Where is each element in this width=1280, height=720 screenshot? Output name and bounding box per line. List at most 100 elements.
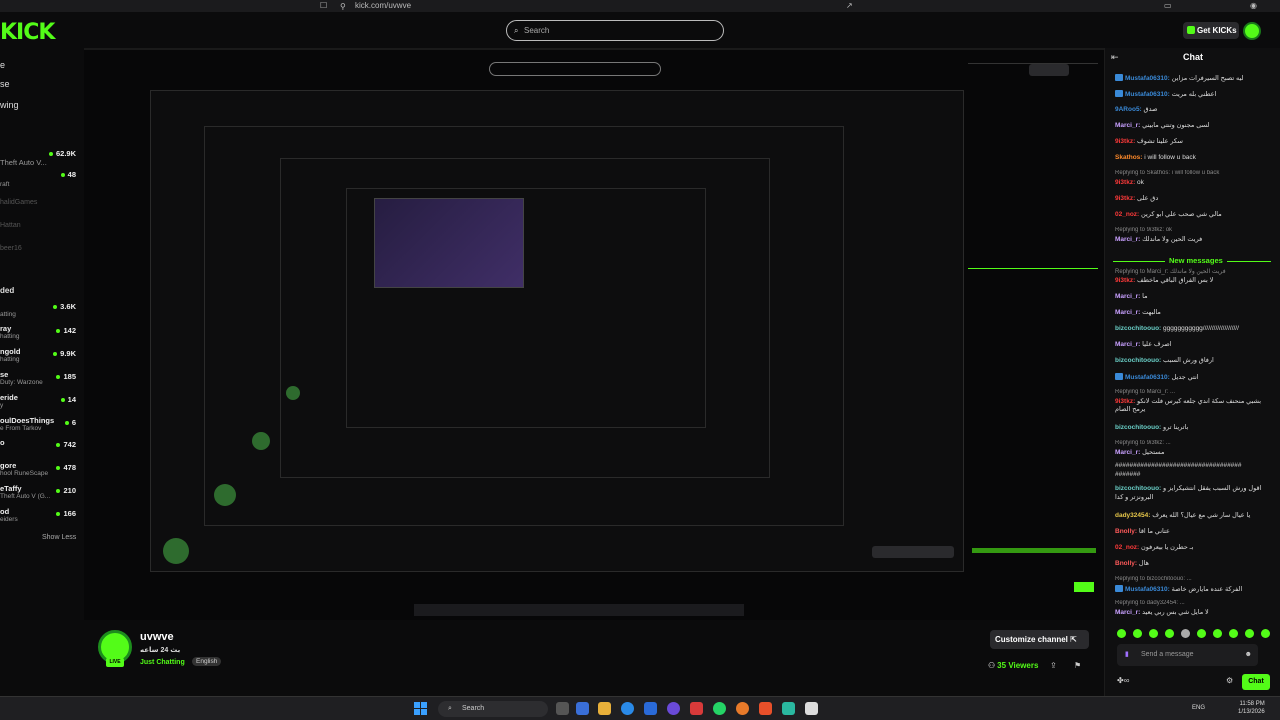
emote-icon[interactable] (1261, 629, 1270, 638)
chat-message[interactable]: bizcochitoouo: ارفاق ورش السبب (1115, 357, 1275, 365)
chat-username[interactable]: Bnolly: (1115, 560, 1137, 567)
task-view-icon[interactable] (556, 702, 569, 715)
mail-icon[interactable] (644, 702, 657, 715)
reply-preview[interactable]: Replying to Marci_r: ... (1115, 389, 1275, 395)
chat-username[interactable]: Marci_r: (1115, 609, 1140, 616)
chat-message[interactable]: Bnolly: عتاني ما اقا (1115, 528, 1275, 536)
following-channel[interactable]: o 742 (0, 438, 80, 456)
collapse-chat-icon[interactable]: ⇤ (1111, 52, 1119, 63)
reply-preview[interactable]: Replying to Marci_r: فريت الحين ولا ماند… (1115, 268, 1275, 275)
chat-username[interactable]: bizcochitoouo: (1115, 485, 1161, 492)
chat-settings-icon[interactable]: ⚙ (1226, 676, 1233, 685)
extension-icon[interactable]: ▭ (1164, 1, 1172, 10)
following-channel[interactable]: gore hool RuneScape 478 (0, 461, 80, 479)
chat-message[interactable]: dady32454: يا عيال سار شي مع عيال؟ الله … (1115, 512, 1275, 520)
chat-message[interactable]: 9ARoo5: صدق (1115, 106, 1275, 114)
chat-message[interactable]: bizcochitoouo: اقول ورش السبب يفقل انتشي… (1115, 485, 1275, 493)
emote-icon[interactable] (1117, 629, 1126, 638)
chat-username[interactable]: Bnolly: (1115, 528, 1137, 535)
emote-icon[interactable] (1165, 629, 1174, 638)
following-channel[interactable]: ray hatting 142 (0, 324, 80, 342)
following-channel[interactable]: se Duty: Warzone 185 (0, 370, 80, 388)
chat-username[interactable]: Marci_r: (1115, 341, 1140, 348)
chat-username[interactable]: Skathos: (1115, 154, 1142, 161)
nav-item-following[interactable]: wing (0, 100, 19, 110)
streamer-name[interactable]: uvwve (140, 631, 174, 643)
chat-username[interactable]: Marci_r: (1115, 293, 1140, 300)
following-channel[interactable]: eride y 14 (0, 393, 80, 411)
chat-message[interactable]: Marci_r: مالبهت (1115, 309, 1275, 317)
chat-username[interactable]: Mustafa06310: (1125, 374, 1170, 381)
chat-message[interactable]: Bnolly: هال (1115, 560, 1275, 568)
app-icon[interactable] (736, 702, 749, 715)
chat-username[interactable]: Marci_r: (1115, 309, 1140, 316)
emoji-picker-icon[interactable]: ☻ (1245, 644, 1252, 666)
start-icon[interactable] (414, 702, 427, 715)
offline-channel[interactable]: halidGames (0, 199, 37, 206)
chat-message[interactable]: Marci_r: ما (1115, 293, 1275, 301)
chat-message-input[interactable]: ▮ Send a message ☻ (1117, 644, 1258, 666)
whatsapp-icon[interactable] (713, 702, 726, 715)
edge-icon[interactable] (621, 702, 634, 715)
sidebar-channel[interactable]: raft (0, 181, 80, 199)
chat-username[interactable]: dady32454: (1115, 512, 1150, 519)
chat-message[interactable]: 9i3tkz: لا بس الفراق الباقي ماخطف (1115, 277, 1275, 285)
emote-icon[interactable] (1229, 629, 1238, 638)
emote-icon[interactable] (1245, 629, 1254, 638)
chat-username[interactable]: 9i3tkz: (1115, 195, 1135, 202)
chat-message[interactable]: Mustafa06310: ليه تصبح السيرفرات مزاين (1115, 74, 1275, 83)
chat-message[interactable]: Marci_r: اصرف عليا (1115, 341, 1275, 349)
chat-message[interactable]: 9i3tkz: ok (1115, 179, 1275, 187)
chat-message[interactable]: 02_noz: مالي شي صحب علي ابو كرين (1115, 211, 1275, 219)
system-clock[interactable]: 11:58 PM 1/13/2026 (1238, 700, 1265, 716)
chat-username[interactable]: bizcochitoouo: (1115, 357, 1161, 364)
chat-username[interactable]: Marci_r: (1115, 449, 1140, 456)
kick-logo[interactable]: KICK (0, 20, 55, 45)
chat-message[interactable]: Marci_r: لسى مجنون وتنتي مابيني (1115, 122, 1275, 130)
chat-message[interactable]: bizcochitoouo: ggggggggggg//////////////… (1115, 325, 1275, 333)
profile-icon[interactable]: ◉ (1250, 1, 1257, 10)
emote-icon[interactable] (1133, 629, 1142, 638)
emote-icon[interactable] (1197, 629, 1206, 638)
chat-username[interactable]: Marci_r: (1115, 122, 1140, 129)
nav-item-browse[interactable]: se (0, 79, 10, 89)
chat-username[interactable]: 9i3tkz: (1115, 179, 1135, 186)
reply-preview[interactable]: Replying to 9i3tkz: ... (1115, 440, 1275, 446)
emote-icon[interactable] (1149, 629, 1158, 638)
report-icon[interactable]: ⚑ (1074, 661, 1081, 670)
following-channel[interactable]: oulDoesThings e From Tarkov 6 (0, 416, 80, 434)
new-messages-divider[interactable]: New messages (1113, 256, 1271, 266)
stream-category[interactable]: Just Chatting (140, 659, 185, 666)
share-icon[interactable]: ⇪ (1050, 661, 1057, 670)
language-tag[interactable]: English (192, 657, 222, 666)
customize-channel-button[interactable]: Customize channel ⇱ (990, 630, 1089, 649)
chat-message[interactable]: 9i3tkz: سكر علينا تشوف (1115, 138, 1275, 146)
app-icon[interactable] (667, 702, 680, 715)
reply-preview[interactable]: Replying to 9i3tkz: ok (1115, 227, 1275, 233)
chat-username[interactable]: Marci_r: (1115, 236, 1140, 243)
app-icon[interactable] (782, 702, 795, 715)
chat-message[interactable]: Mustafa06310: الفركة عنده مايارض خاصة (1115, 585, 1275, 594)
file-explorer-icon[interactable] (598, 702, 611, 715)
app-icon[interactable] (690, 702, 703, 715)
language-indicator[interactable]: ENG (1192, 705, 1205, 711)
brave-icon[interactable] (759, 702, 772, 715)
sidebar-channel[interactable]: Theft Auto V... 48 (0, 158, 80, 179)
reply-preview[interactable]: Replying to Skathos: i will follow u bac… (1115, 170, 1275, 176)
chat-username[interactable]: 9i3tkz: (1115, 277, 1135, 284)
site-info-icon[interactable]: ⚲ (340, 2, 346, 11)
chat-message[interactable]: Marci_r: لا مايل شي بس ربي يعيد (1115, 609, 1275, 617)
chat-username[interactable]: 9i3tkz: (1115, 398, 1135, 405)
chat-message[interactable]: bizcochitoouo: باترينا ترو (1115, 424, 1275, 432)
get-kicks-button[interactable]: Get KICKs (1183, 22, 1239, 39)
chat-message[interactable]: 02_noz: بـ حطرن يا بيعرفون (1115, 544, 1275, 552)
show-less-button[interactable]: Show Less (42, 534, 76, 541)
search-input[interactable]: ⌕ Search (506, 20, 724, 41)
offline-channel[interactable]: Hattan (0, 222, 21, 229)
bookmark-icon[interactable]: ☐ (320, 1, 327, 10)
chat-username[interactable]: 02_noz: (1115, 211, 1139, 218)
chat-message[interactable]: Marci_r: مستحيل (1115, 449, 1275, 457)
microphone-icon[interactable]: ▮ (1125, 644, 1129, 666)
copilot-icon[interactable] (576, 702, 589, 715)
offline-channel[interactable]: beer16 (0, 245, 22, 252)
